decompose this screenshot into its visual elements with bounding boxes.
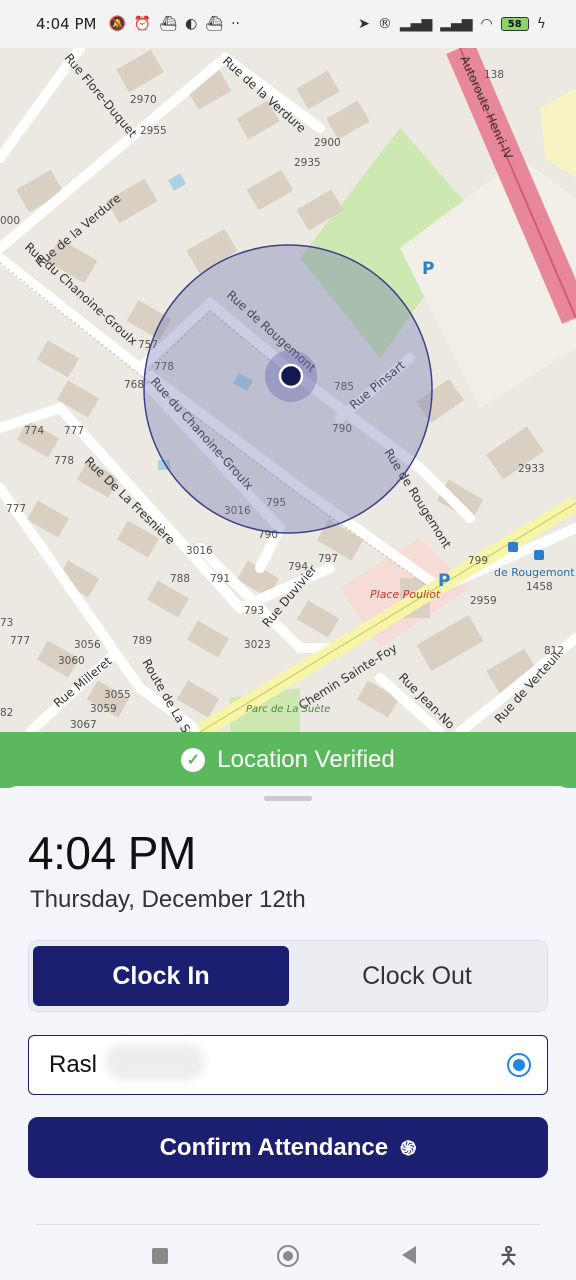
radio-selected-icon[interactable] (507, 1053, 531, 1077)
bus-stop-icon (508, 542, 518, 552)
house-number: 812 (544, 645, 564, 657)
registered-icon: ® (377, 16, 392, 32)
signal-icon: ▂▄▆ (440, 16, 473, 32)
back-icon[interactable] (402, 1246, 416, 1264)
location-verified-banner: ✓ Location Verified (0, 732, 576, 788)
mute-icon: 🔕 (108, 16, 126, 32)
status-left: 4:04 PM 🔕 ⏰ ⛴ ◐ ⛴ ·· (36, 15, 240, 33)
map-canvas[interactable]: Rue Flore-Duquet Rue de la Verdure Rue d… (0, 48, 576, 732)
ship-icon: ⛴ (205, 16, 224, 32)
house-number: 777 (6, 503, 26, 515)
house-number: 778 (54, 455, 74, 467)
house-number: 2900 (314, 137, 341, 149)
ship-icon: ⛴ (159, 16, 178, 32)
house-number: 138 (484, 69, 504, 81)
house-number: 3067 (70, 719, 97, 731)
redacted-text (105, 1044, 205, 1080)
house-number: 000 (0, 215, 20, 227)
house-number: 2970 (130, 94, 157, 106)
house-number: 3016 (186, 545, 213, 557)
check-circle-icon: ✓ (181, 748, 206, 772)
accessibility-icon[interactable]: 🯅 (498, 1244, 519, 1268)
house-number: 791 (210, 573, 230, 585)
house-number: 3023 (244, 639, 271, 651)
house-number: 2959 (470, 595, 497, 607)
site-name: Rasl (49, 1051, 98, 1078)
drag-handle[interactable] (264, 796, 312, 801)
confirm-attendance-label: Confirm Attendance (159, 1133, 389, 1161)
signal-icon: ▂▄▆ (399, 16, 433, 32)
nav-divider (36, 1224, 540, 1225)
wifi-icon: ◠ (480, 16, 493, 32)
current-date: Thursday, December 12th (30, 886, 306, 913)
system-nav-bar: 🯅 (0, 1232, 576, 1280)
location-verified-text: Location Verified (217, 746, 395, 773)
house-number: 777 (10, 635, 30, 647)
clock-in-tab[interactable]: Clock In (33, 946, 289, 1006)
app-screen: 4:04 PM 🔕 ⏰ ⛴ ◐ ⛴ ·· ➤ ® ▂▄▆ ▂▄▆ ◠ 58 ϟ (0, 0, 576, 1280)
parking-icon: P (422, 259, 434, 279)
status-bar: 4:04 PM 🔕 ⏰ ⛴ ◐ ⛴ ·· ➤ ® ▂▄▆ ▂▄▆ ◠ 58 ϟ (0, 0, 576, 48)
clock-mode-toggle: Clock In Clock Out (28, 940, 548, 1012)
house-number: 2955 (140, 125, 167, 137)
label-place-pouliot: Place Pouliot (370, 588, 441, 601)
status-right: ➤ ® ▂▄▆ ▂▄▆ ◠ 58 ϟ (358, 17, 546, 31)
status-time: 4:04 PM (36, 15, 97, 33)
house-number: 2933 (518, 463, 545, 475)
house-number: 797 (318, 553, 338, 565)
label-parc-la-suete: Parc de La Suète (246, 703, 330, 715)
battery-icon: 58 (500, 17, 529, 31)
house-number: 82 (0, 707, 13, 719)
data-saver-icon: ◐ (185, 16, 198, 32)
current-location-marker (278, 363, 304, 389)
confirm-attendance-button[interactable]: Confirm Attendance ֍ (28, 1117, 548, 1178)
map-view[interactable]: Rue Flore-Duquet Rue de la Verdure Rue d… (0, 48, 576, 732)
site-select-field[interactable]: Rasl (28, 1035, 548, 1095)
house-number: 799 (468, 555, 488, 567)
clock-out-tab[interactable]: Clock Out (289, 946, 545, 1006)
current-time: 4:04 PM (28, 827, 196, 879)
house-number: 768 (124, 379, 144, 391)
house-number: 3060 (58, 655, 85, 667)
parking-icon: P (438, 571, 450, 591)
alarm-icon: ⏰ (133, 16, 152, 32)
house-number: 73 (0, 617, 13, 629)
house-number: 789 (132, 635, 152, 647)
house-number: 777 (64, 425, 84, 437)
recent-apps-icon[interactable] (152, 1248, 168, 1264)
house-number: 794 (288, 561, 308, 573)
charging-icon: ϟ (536, 16, 546, 32)
house-number: 2935 (294, 157, 321, 169)
more-dots-icon: ·· (231, 16, 241, 32)
house-number: 1458 (526, 581, 553, 593)
label-bus-stop-rougemont: de Rougemont (494, 566, 575, 579)
house-number: 3059 (90, 703, 117, 715)
house-number: 788 (170, 573, 190, 585)
house-number: 3055 (104, 689, 131, 701)
fingerprint-icon: ֍ (400, 1138, 417, 1160)
bus-stop-icon (534, 550, 544, 560)
house-number: 3056 (74, 639, 101, 651)
house-number: 774 (24, 425, 44, 437)
location-arrow-icon: ➤ (358, 16, 370, 32)
home-icon[interactable] (277, 1245, 299, 1267)
attendance-sheet: 4:04 PM Thursday, December 12th Clock In… (0, 786, 576, 1280)
house-number: 793 (244, 605, 264, 617)
